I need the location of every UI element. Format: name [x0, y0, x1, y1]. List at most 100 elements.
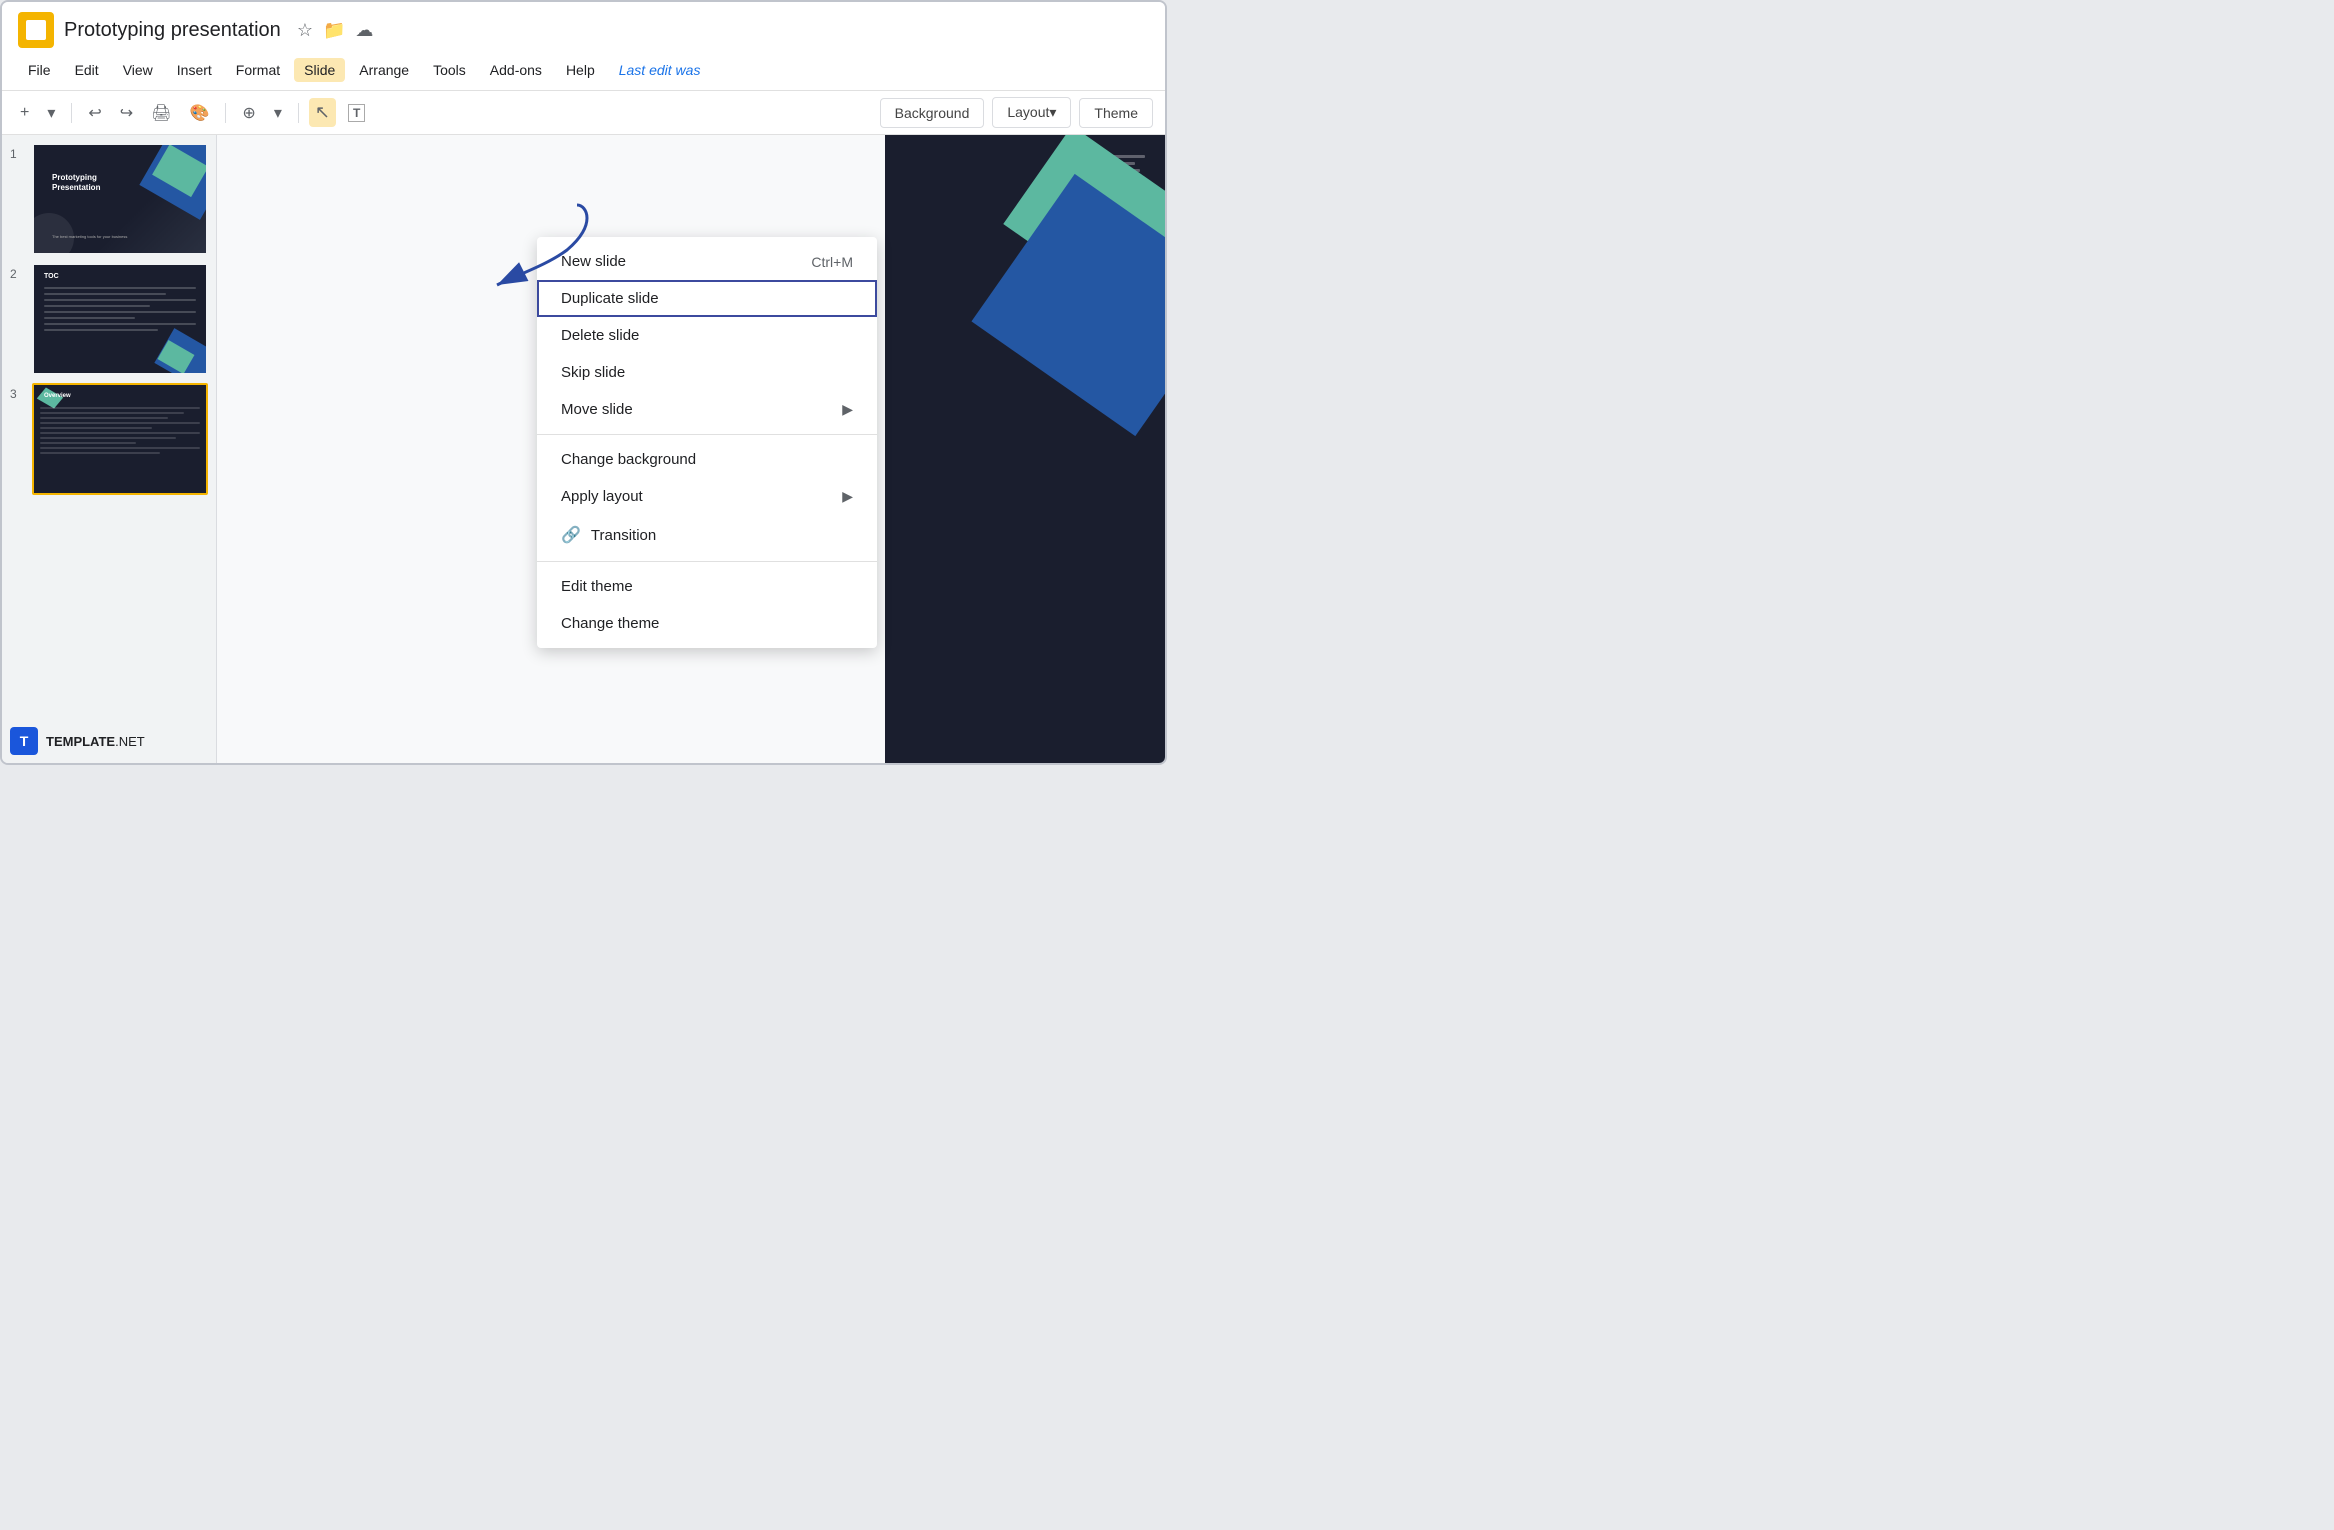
slide-item-1: 1 PrototypingPresentation The best marke… — [10, 143, 208, 255]
print-button[interactable]: 🖨 — [145, 99, 177, 127]
move-slide-arrow-icon: ▶ — [842, 401, 853, 418]
menu-format[interactable]: Format — [226, 58, 290, 82]
template-brand-prefix: TEMPLATE — [46, 734, 115, 749]
menu-edit[interactable]: Edit — [65, 58, 109, 82]
dropdown-separator-1 — [537, 434, 877, 435]
template-brand-suffix: .NET — [115, 734, 145, 749]
zoom-icon: ⊕ — [242, 103, 255, 123]
dropdown-new-slide[interactable]: New slide Ctrl+M — [537, 243, 877, 280]
menu-view[interactable]: View — [113, 58, 163, 82]
menu-addons[interactable]: Add-ons — [480, 58, 552, 82]
slide1-bg: PrototypingPresentation The best marketi… — [34, 145, 206, 253]
text-tool-button[interactable]: T — [342, 100, 371, 126]
theme-button[interactable]: Theme — [1079, 98, 1153, 128]
menu-arrange[interactable]: Arrange — [349, 58, 419, 82]
toolbar-separator-2 — [225, 103, 226, 123]
dropdown-apply-layout[interactable]: Apply layout ▶ — [537, 478, 877, 515]
star-icon[interactable]: ☆ — [297, 20, 313, 41]
folder-icon[interactable]: 📁 — [323, 20, 345, 41]
slide-thumb-3[interactable]: Overview — [32, 383, 208, 495]
dropdown-change-theme[interactable]: Change theme — [537, 605, 877, 642]
slide3-line-3 — [40, 417, 168, 419]
background-button[interactable]: Background — [880, 98, 985, 128]
slide2-line-1 — [44, 287, 196, 289]
slide-thumb-2[interactable]: TOC — [32, 263, 208, 375]
app-container: Prototyping presentation ☆ 📁 ☁ File Edit… — [0, 0, 1167, 765]
new-slide-shortcut: Ctrl+M — [811, 254, 853, 270]
duplicate-slide-label: Duplicate slide — [561, 290, 659, 307]
toolbar-right: Background Layout▾ Theme — [880, 97, 1153, 128]
slide2-bg: TOC — [34, 265, 206, 373]
template-brand-text: TEMPLATE.NET — [46, 734, 145, 749]
menu-insert[interactable]: Insert — [167, 58, 222, 82]
template-icon-text: T — [20, 733, 29, 749]
slide2-line-3 — [44, 299, 196, 301]
title-row: Prototyping presentation ☆ 📁 ☁ — [18, 12, 1149, 48]
slide-dropdown-menu: New slide Ctrl+M Duplicate slide Delete … — [537, 237, 877, 648]
dropdown-duplicate-slide[interactable]: Duplicate slide — [537, 280, 877, 317]
menu-tools[interactable]: Tools — [423, 58, 476, 82]
dropdown-delete-slide[interactable]: Delete slide — [537, 317, 877, 354]
slide-number-3: 3 — [10, 383, 24, 401]
toolbar-separator-1 — [71, 103, 72, 123]
slide-panel: 1 PrototypingPresentation The best marke… — [2, 135, 217, 763]
dropdown-transition[interactable]: 🔗 Transition — [537, 515, 877, 555]
transition-label: Transition — [591, 527, 853, 544]
slide3-line-2 — [40, 412, 184, 414]
slide3-line-1 — [40, 407, 200, 409]
slide3-line-9 — [40, 447, 200, 449]
doc-title[interactable]: Prototyping presentation — [64, 19, 281, 42]
dropdown-change-background[interactable]: Change background — [537, 441, 877, 478]
slide1-title: PrototypingPresentation — [52, 173, 100, 194]
dropdown-skip-slide[interactable]: Skip slide — [537, 354, 877, 391]
dropdown-arrow-icon: ▾ — [47, 103, 55, 123]
slide2-line-5 — [44, 311, 196, 313]
main-content: 1 PrototypingPresentation The best marke… — [2, 135, 1165, 763]
slide-preview — [885, 135, 1165, 763]
zoom-dropdown-icon: ▾ — [274, 103, 282, 123]
menu-file[interactable]: File — [18, 58, 61, 82]
slide3-line-6 — [40, 432, 200, 434]
redo-button[interactable]: ↪ — [114, 99, 139, 127]
slide2-line-7 — [44, 323, 196, 325]
slide-item-3: 3 Overview — [10, 383, 208, 495]
slide3-line-10 — [40, 452, 160, 454]
slide3-title: Overview — [44, 393, 71, 399]
add-dropdown-button[interactable]: ▾ — [41, 99, 61, 127]
dropdown-move-slide[interactable]: Move slide ▶ — [537, 391, 877, 428]
dropdown-edit-theme[interactable]: Edit theme — [537, 568, 877, 605]
slide1-circle — [34, 213, 74, 253]
cursor-tool-button[interactable]: ↖ — [309, 98, 336, 127]
menu-bar: File Edit View Insert Format Slide Arran… — [18, 54, 1149, 90]
cursor-icon: ↖ — [315, 102, 330, 123]
app-icon-inner — [26, 20, 46, 40]
new-slide-label: New slide — [561, 253, 626, 270]
undo-button[interactable]: ↩ — [82, 99, 107, 127]
menu-slide[interactable]: Slide — [294, 58, 345, 82]
apply-layout-arrow-icon: ▶ — [842, 488, 853, 505]
menu-help[interactable]: Help — [556, 58, 605, 82]
slide-thumb-inner-1: PrototypingPresentation The best marketi… — [34, 145, 206, 253]
title-icons: ☆ 📁 ☁ — [297, 20, 374, 41]
plus-icon: + — [20, 104, 29, 122]
zoom-button[interactable]: ⊕ — [236, 99, 261, 127]
cloud-icon[interactable]: ☁ — [355, 20, 373, 41]
slide-thumb-inner-3: Overview — [34, 385, 206, 493]
slide2-line-6 — [44, 317, 135, 319]
template-icon: T — [10, 727, 38, 755]
slide-thumb-1[interactable]: PrototypingPresentation The best marketi… — [32, 143, 208, 255]
paint-format-button[interactable]: 🎨 — [184, 99, 216, 127]
layout-button[interactable]: Layout▾ — [992, 97, 1071, 128]
zoom-dropdown-button[interactable]: ▾ — [268, 99, 288, 127]
move-slide-label: Move slide — [561, 401, 633, 418]
change-background-label: Change background — [561, 451, 696, 468]
skip-slide-label: Skip slide — [561, 364, 625, 381]
menu-last-edit[interactable]: Last edit was — [609, 58, 711, 82]
apply-layout-label: Apply layout — [561, 488, 643, 505]
slide2-line-2 — [44, 293, 166, 295]
print-icon: 🖨 — [151, 103, 171, 123]
add-slide-button[interactable]: + — [14, 100, 35, 126]
slide3-line-8 — [40, 442, 136, 444]
toolbar: + ▾ ↩ ↪ 🖨 🎨 ⊕ ▾ ↖ T Bac — [2, 91, 1165, 135]
toolbar-separator-3 — [298, 103, 299, 123]
